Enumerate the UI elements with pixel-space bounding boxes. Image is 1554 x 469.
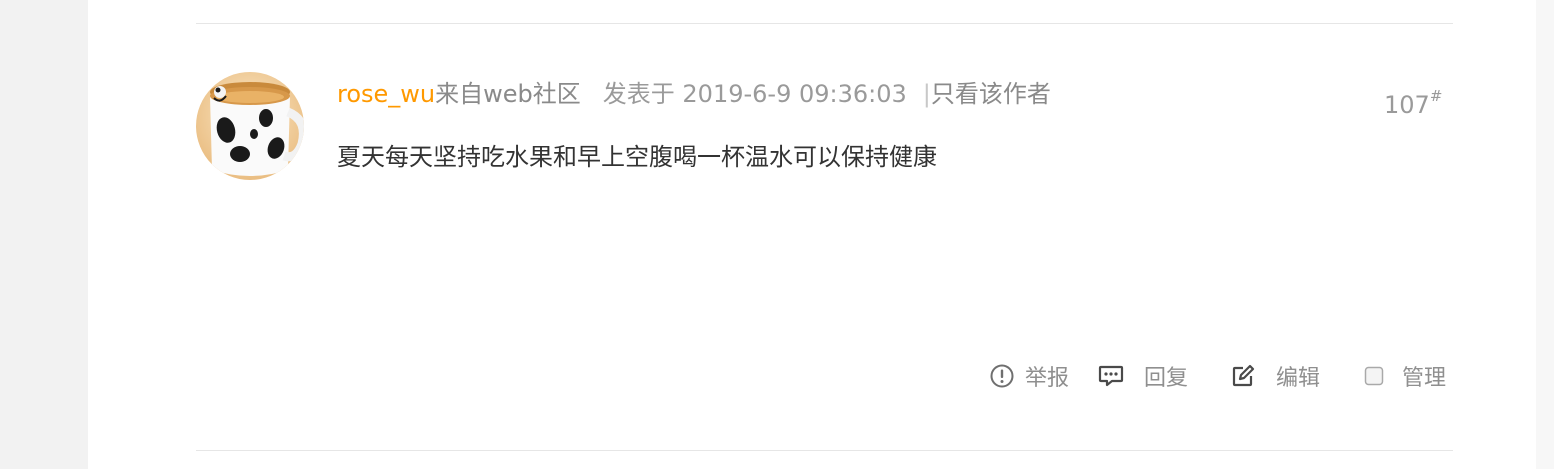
edit-label: 编辑 <box>1276 366 1321 391</box>
manage-button[interactable]: 管理 <box>1364 360 1446 392</box>
meta-separator: | <box>922 80 931 108</box>
floor-number[interactable]: 107# <box>1384 82 1442 122</box>
floor-hash: # <box>1429 87 1443 105</box>
right-scrollbar-track[interactable] <box>1536 0 1554 469</box>
speech-bubble-icon <box>1098 365 1124 387</box>
floor-number-value: 107 <box>1384 91 1430 119</box>
checkbox-icon[interactable] <box>1364 366 1384 386</box>
username-link[interactable]: rose_wu <box>337 80 435 108</box>
exclamation-circle-icon <box>990 364 1014 388</box>
pencil-square-icon <box>1232 364 1255 387</box>
only-author-link[interactable]: 只看该作者 <box>931 80 1051 108</box>
left-gutter <box>0 0 88 469</box>
post-timestamp: 发表于 2019-6-9 09:36:03 <box>602 80 907 108</box>
post-divider-bottom <box>196 450 1453 451</box>
report-button[interactable]: 举报 <box>990 360 1069 392</box>
post-meta: rose_wu来自web社区 发表于 2019-6-9 09:36:03 |只看该作… <box>337 76 1051 110</box>
reply-button[interactable]: 回复 <box>1098 360 1188 392</box>
edit-button[interactable]: 编辑 <box>1231 360 1320 392</box>
post-content: 夏天每天坚持吃水果和早上空腹喝一杯温水可以保持健康 <box>337 143 937 171</box>
avatar[interactable] <box>196 72 304 180</box>
cow-mug-avatar-image <box>196 72 304 180</box>
post-source: 来自web社区 <box>435 80 581 108</box>
post-divider-top <box>196 23 1453 24</box>
report-label: 举报 <box>1025 366 1070 391</box>
reply-label: 回复 <box>1144 366 1189 391</box>
manage-label: 管理 <box>1402 366 1447 391</box>
